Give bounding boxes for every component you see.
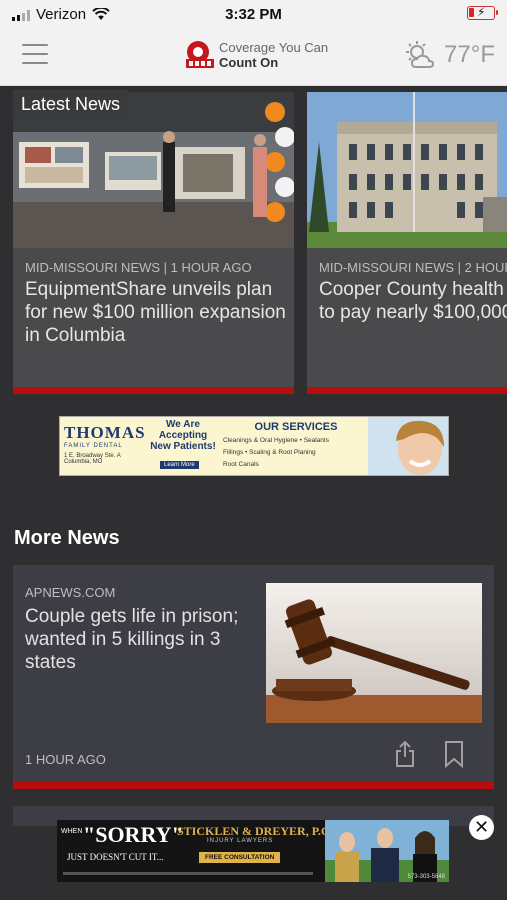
bookmark-icon[interactable]: [444, 740, 464, 768]
tagline-line1: Coverage You Can: [219, 40, 329, 55]
temperature: 77°F: [444, 41, 495, 68]
ad-learn-more-button[interactable]: Learn More: [160, 461, 199, 469]
news-card-meta: MID-MISSOURI NEWS | 2 HOUR: [319, 260, 507, 275]
thomas-dental-ad[interactable]: THOMAS FAMILY DENTAL 1 E. Broadway Ste. …: [59, 416, 449, 476]
abc17-logo-icon: [186, 41, 214, 68]
sticklen-dreyer-ad[interactable]: WHEN "SORRY" JUST DOESN'T CUT IT... STIC…: [57, 820, 449, 882]
card-accent-bar: [13, 387, 294, 394]
ad-attorneys-photo: [325, 820, 449, 882]
ad-services-title: OUR SERVICES: [254, 421, 338, 433]
card-accent-bar: [307, 387, 507, 394]
ad-fineprint: [63, 872, 313, 875]
news-card[interactable]: MID-MISSOURI NEWS | 1 HOUR AGO Equipment…: [13, 92, 294, 394]
clock: 3:32 PM: [225, 6, 282, 23]
news-card-headline[interactable]: EquipmentShare unveils plan for new $100…: [25, 278, 288, 347]
story-time-ago: 1 HOUR AGO: [25, 752, 106, 767]
ad-not-cut: JUST DOESN'T CUT IT...: [67, 852, 164, 862]
news-card[interactable]: MID-MISSOURI NEWS | 2 HOUR Cooper County…: [307, 92, 507, 394]
ad-service-item: Root Canals: [223, 461, 259, 468]
tagline-line2: Count On: [219, 55, 279, 70]
card-accent-bar: [13, 782, 494, 789]
ad-address-2: Columbia, MO: [64, 459, 103, 465]
close-ad-button[interactable]: ✕: [469, 815, 494, 840]
station-logo[interactable]: Coverage You Can Count On: [184, 40, 328, 70]
story-headline[interactable]: Couple gets life in prison; wanted in 5 …: [25, 605, 253, 674]
news-card-headline[interactable]: Cooper County health ordered to pay near…: [319, 278, 507, 324]
ad-sorry: "SORRY": [83, 822, 184, 847]
ad-service-item: Cleanings & Oral Hygiene: [223, 437, 298, 444]
ad-consult-button[interactable]: FREE CONSULTATION: [199, 852, 281, 863]
story-source: APNEWS.COM: [25, 585, 116, 600]
section-label-latest-news: Latest News: [13, 90, 129, 120]
ad-services-list: Cleanings & Oral Hygiene • Sealants Fill…: [223, 437, 329, 468]
battery-icon: ⚡: [467, 5, 498, 20]
ad-brand-sub: FAMILY DENTAL: [64, 443, 123, 449]
menu-icon[interactable]: [22, 44, 48, 64]
ad-brand: THOMAS: [64, 423, 146, 442]
section-title-more-news: More News: [14, 527, 120, 549]
app-header: Coverage You Can Count On 77°F: [0, 28, 507, 86]
close-icon: ✕: [473, 817, 490, 837]
status-bar: Verizon 3:32 PM ⚡: [0, 0, 507, 28]
ad-service-item: Scaling & Root Planing: [249, 449, 316, 456]
partly-sunny-icon: [406, 41, 435, 68]
weather-widget[interactable]: 77°F: [404, 40, 495, 70]
ad-accepting: We Are Accepting New Patients!: [150, 419, 216, 452]
ad-service-item: Fillings: [223, 449, 244, 456]
ad-when: WHEN: [61, 828, 83, 835]
ad-firm-sub: INJURY LAWYERS: [207, 838, 274, 844]
news-card-image: [307, 92, 507, 248]
story-card[interactable]: APNEWS.COM Couple gets life in prison; w…: [13, 565, 494, 789]
ad-service-item: Sealants: [303, 437, 329, 444]
news-card-meta: MID-MISSOURI NEWS | 1 HOUR AGO: [25, 260, 252, 275]
share-icon[interactable]: [394, 740, 416, 768]
ad-phone: 573-303-5848: [407, 874, 445, 880]
ad-model-photo: [368, 417, 448, 475]
ad-brand-block: THOMAS FAMILY DENTAL 1 E. Broadway Ste. …: [64, 423, 148, 465]
story-thumbnail: [266, 583, 482, 723]
ad-firm-name: STICKLEN & DREYER, P.C.: [177, 824, 333, 838]
